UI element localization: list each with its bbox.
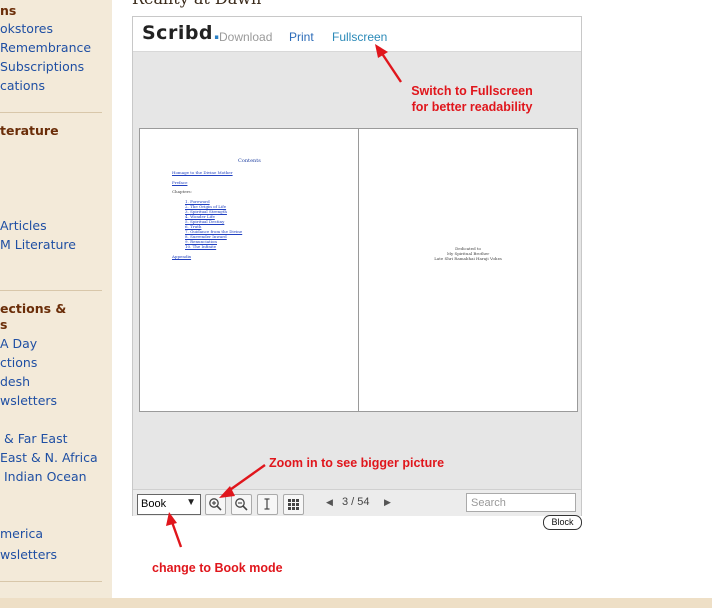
sidebar-heading-cont: s	[0, 317, 8, 332]
sidebar-link[interactable]: M Literature	[0, 237, 76, 253]
page-counter: 3 / 54	[342, 496, 370, 508]
sidebar-divider	[0, 581, 102, 582]
annotation-zoom: Zoom in to see bigger picture	[269, 456, 445, 470]
annotation-book: change to Book mode	[152, 561, 283, 575]
page-title: Reality at Dawn	[132, 0, 261, 8]
sidebar-divider	[0, 112, 102, 113]
sidebar-heading: terature	[0, 123, 59, 138]
contents-heading: Contents	[238, 158, 261, 164]
document-area[interactable]: Contents Homage to the Divine Mother Pre…	[133, 52, 581, 489]
text-cursor-icon	[264, 498, 270, 510]
block-badge[interactable]: Block	[543, 515, 582, 530]
viewer-bottombar: Book ▼ ◀ 3 / 54 ▶ Search	[133, 489, 581, 516]
triangle-right-icon[interactable]: ▶	[384, 498, 391, 508]
sidebar-link[interactable]: Articles	[0, 218, 47, 234]
chapter-link[interactable]: 10. The Infinite	[185, 244, 216, 249]
zoom-in-button[interactable]	[205, 494, 226, 515]
sidebar-link[interactable]: Subscriptions	[0, 59, 84, 75]
sidebar-divider	[0, 290, 102, 291]
chevron-down-icon: ▼	[186, 497, 196, 508]
sidebar-link[interactable]: wsletters	[0, 547, 57, 563]
zoom-out-icon	[235, 498, 248, 511]
toc-link[interactable]: Homage to the Divine Mother	[172, 170, 233, 175]
view-mode-value: Book	[141, 498, 167, 510]
sidebar-link[interactable]: wsletters	[0, 393, 57, 409]
viewer-toolbar: Scribd. Download Print Fullscreen	[133, 17, 581, 52]
sidebar-link[interactable]: Indian Ocean	[4, 469, 87, 485]
sidebar-heading-top: ns	[0, 3, 17, 18]
scribd-logo[interactable]: Scribd.	[142, 22, 221, 44]
sidebar-link[interactable]: Remembrance	[0, 40, 91, 56]
footer-band	[0, 598, 712, 608]
sidebar-link[interactable]: & Far East	[4, 431, 68, 447]
appendix-link[interactable]: Appendix	[172, 254, 191, 259]
chapters-label: Chapters:	[172, 189, 192, 194]
fullscreen-link[interactable]: Fullscreen	[332, 30, 387, 44]
sidebar-link[interactable]: cations	[0, 78, 45, 94]
document-page-right: Dedicated to My Spiritual Brother Late S…	[358, 128, 578, 412]
sidebar-link[interactable]: A Day	[0, 336, 37, 352]
dedication-line: Late Shri Ramabhai Haraji Vohra	[434, 256, 502, 261]
search-input[interactable]	[466, 493, 576, 512]
triangle-left-icon[interactable]: ◀	[326, 498, 333, 508]
sidebar-link[interactable]: ctions	[0, 355, 37, 371]
arrow-to-book-mode	[166, 512, 183, 548]
sidebar-link[interactable]: merica	[0, 526, 43, 542]
document-page-left: Contents Homage to the Divine Mother Pre…	[139, 128, 359, 412]
grid-view-icon	[288, 499, 299, 510]
annotation-line: for better readability	[411, 100, 533, 114]
view-mode-select[interactable]: Book ▼	[137, 494, 201, 515]
zoom-out-button[interactable]	[231, 494, 252, 515]
print-link[interactable]: Print	[289, 30, 314, 44]
toc-link[interactable]: Preface	[172, 180, 187, 185]
zoom-in-icon	[209, 498, 222, 511]
text-select-button[interactable]	[257, 494, 278, 515]
download-link[interactable]: Download	[219, 30, 272, 44]
grid-view-button[interactable]	[283, 494, 304, 515]
logo-text: Scribd	[142, 22, 214, 44]
sidebar: ns okstores Remembrance Subscriptions ca…	[0, 0, 112, 598]
annotation-fullscreen: Switch to Fullscreen for better readabil…	[402, 83, 542, 115]
sidebar-link[interactable]: East & N. Africa	[0, 450, 98, 466]
annotation-line: Switch to Fullscreen	[411, 84, 533, 98]
sidebar-link[interactable]: desh	[0, 374, 30, 390]
sidebar-link[interactable]: okstores	[0, 21, 53, 37]
sidebar-heading: ections &	[0, 301, 67, 316]
